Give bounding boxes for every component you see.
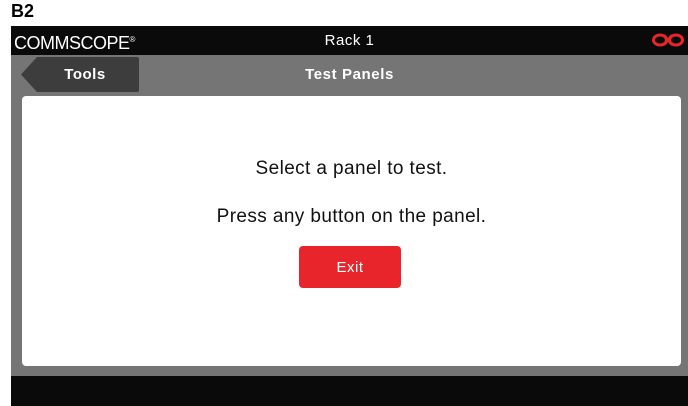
- figure-label: B2: [11, 1, 35, 21]
- rack-title: Rack 1: [324, 32, 375, 49]
- instruction-line-1: Select a panel to test.: [255, 158, 448, 179]
- link-broken-icon[interactable]: [651, 32, 685, 48]
- instruction-line-2: Press any button on the panel.: [216, 206, 487, 227]
- bottom-bar: [11, 376, 688, 406]
- device-screen: COMMSCOPE® Rack 1 Tools Test Panels Sele…: [11, 26, 688, 406]
- nav-bar: Tools Test Panels: [11, 55, 688, 92]
- page-title: Test Panels: [305, 66, 394, 83]
- top-bar: COMMSCOPE® Rack 1: [11, 26, 688, 55]
- dialog-panel: Select a panel to test. Press any button…: [22, 96, 681, 366]
- exit-button[interactable]: Exit: [299, 246, 401, 288]
